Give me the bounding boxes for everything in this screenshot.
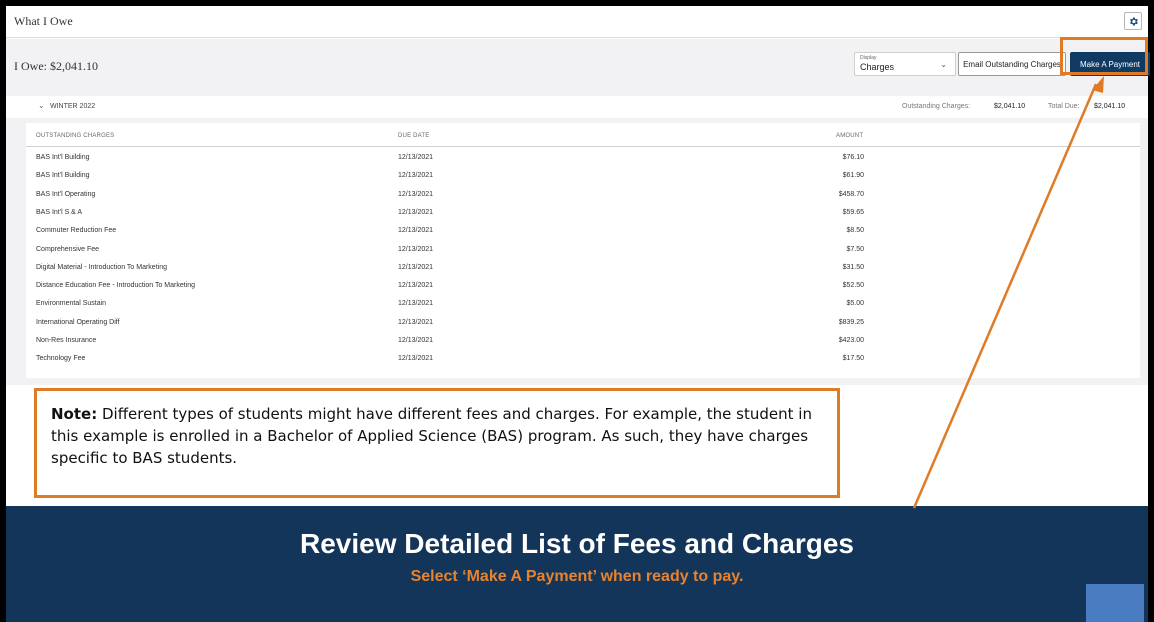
charge-amount: $458.70 [838,190,864,198]
gear-icon [1129,17,1138,25]
charge-amount: $76.10 [842,154,864,161]
banner-headline: Review Detailed List of Fees and Charges [300,528,854,559]
charge-amount: $31.50 [842,263,864,271]
table-header: OUTSTANDING CHARGES DUE DATE AMOUNT [26,123,1140,147]
table-row: Comprehensive Fee 12/13/2021 $7.50 [26,242,1140,260]
due-date: 12/13/2021 [398,154,434,161]
total-due-value: $2,041.10 [1094,103,1126,110]
settings-button[interactable] [1124,12,1142,30]
charge-name: Environmental Sustain [36,300,107,308]
charge-amount: $7.50 [846,245,864,253]
display-select-label: Display [860,55,877,61]
note-box: Note: Different types of students might … [34,388,840,498]
table-row: BAS Int'l Operating 12/13/2021 $458.70 [26,187,1140,205]
charges-table: OUTSTANDING CHARGES DUE DATE AMOUNT BAS … [26,123,1140,378]
outstanding-charges-label: Outstanding Charges: [902,103,971,110]
charge-name: Technology Fee [36,355,86,363]
chevron-down-icon: ⌄ [940,60,947,69]
table-row: BAS Int'l Building 12/13/2021 $61.90 [26,168,1140,186]
charge-name: BAS Int'l Operating [36,190,96,198]
due-date: 12/13/2021 [398,172,434,180]
due-date: 12/13/2021 [398,300,434,308]
note-label: Note: [51,405,98,423]
make-a-payment-button[interactable]: Make A Payment [1070,52,1150,76]
column-header-amount: AMOUNT [836,133,864,139]
screenshot: What I Owe I Owe: $2,041.10 Display Char… [6,6,1150,622]
charge-name: Comprehensive Fee [36,245,100,253]
table-row: Non-Res Insurance 12/13/2021 $423.00 [26,333,1140,351]
due-date: 12/13/2021 [398,263,434,271]
chevron-down-icon: ⌄ [38,101,45,110]
table-row: Technology Fee 12/13/2021 $17.50 [26,351,1140,369]
display-select[interactable]: Display Charges ⌄ [854,52,956,76]
table-row: International Operating Diff 12/13/2021 $8… [26,315,1140,333]
amount-owed: I Owe: $2,041.10 [14,59,98,73]
charge-name: BAS Int'l Building [36,172,90,180]
charge-name: Non-Res Insurance [36,337,97,344]
email-outstanding-charges-button[interactable]: Email Outstanding Charges [958,52,1066,76]
title-bar: What I Owe [6,6,1148,38]
charge-amount: $17.50 [842,355,864,363]
due-date: 12/13/2021 [398,318,434,326]
total-due-label: Total Due: [1048,103,1080,110]
table-row: Environmental Sustain 12/13/2021 $5.00 [26,296,1140,314]
due-date: 12/13/2021 [398,227,434,235]
charge-amount: $8.50 [846,227,864,235]
charge-name: Digital Material - Introduction To Marke… [36,263,167,271]
due-date: 12/13/2021 [398,282,434,290]
outstanding-charges-value: $2,041.10 [994,103,1026,110]
term-name: WINTER 2022 [50,103,96,110]
charge-name: BAS Int'l Building [36,154,90,161]
charge-amount: $61.90 [842,172,864,180]
due-date: 12/13/2021 [398,337,434,344]
table-row: Distance Education Fee - Introduction To… [26,278,1140,296]
instruction-banner: Review Detailed List of Fees and Charges… [6,506,1148,622]
charge-name: Distance Education Fee - Introduction To… [36,282,196,290]
table-row: Digital Material - Introduction To Marke… [26,260,1140,278]
table-row: BAS Int'l Building 12/13/2021 $76.10 [26,150,1140,168]
term-header[interactable]: ⌄ WINTER 2022 Outstanding Charges: $2,04… [6,96,1148,118]
charge-amount: $423.00 [838,337,864,344]
table-row: Commuter Reduction Fee 12/13/2021 $8.50 [26,223,1140,241]
table-row: BAS Int'l S & A 12/13/2021 $59.65 [26,205,1140,223]
due-date: 12/13/2021 [398,208,434,216]
charge-amount: $59.65 [842,208,864,216]
charge-amount: $52.50 [842,282,864,290]
display-select-value: Charges [860,62,895,72]
page-title: What I Owe [14,14,73,28]
due-date: 12/13/2021 [398,355,434,363]
charge-name: International Operating Diff [36,318,120,326]
corner-decoration [1086,584,1144,622]
column-header-due-date: DUE DATE [398,133,430,139]
column-header-charge: OUTSTANDING CHARGES [36,133,115,139]
due-date: 12/13/2021 [398,190,434,198]
charge-name: BAS Int'l S & A [36,208,83,216]
charge-name: Commuter Reduction Fee [36,227,117,235]
banner-subline: Select ‘Make A Payment’ when ready to pa… [410,568,744,585]
charge-amount: $5.00 [846,300,864,308]
note-text: Different types of students might have d… [51,405,812,467]
charge-amount: $839.25 [838,318,864,326]
due-date: 12/13/2021 [398,245,434,253]
charges-panel: I Owe: $2,041.10 Display Charges ⌄ Email… [6,39,1150,385]
